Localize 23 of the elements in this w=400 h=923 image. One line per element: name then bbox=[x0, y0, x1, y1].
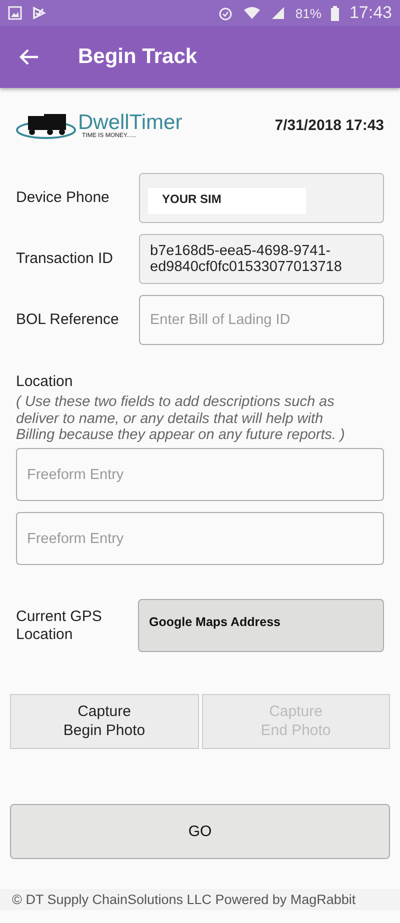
capture-photo-button[interactable]: Capture Begin Photo bbox=[10, 694, 198, 750]
signal-icon bbox=[271, 6, 286, 20]
transaction-id-field[interactable]: b7e168d5-eea5-4698-9741-ed9840cf0fc01533077013718 bbox=[139, 234, 384, 284]
battery-icon bbox=[331, 6, 340, 20]
field-label: BOL Reference bbox=[16, 311, 120, 329]
alarm-icon bbox=[218, 6, 234, 20]
wifi-icon bbox=[243, 6, 262, 20]
date-time: 7/31/2018 17:43 bbox=[274, 116, 384, 134]
field-label: Device Phone bbox=[16, 189, 110, 207]
gallery-icon bbox=[8, 6, 22, 20]
phone-field[interactable]: YOUR SIM bbox=[139, 173, 384, 223]
clock: 17:43 bbox=[349, 3, 392, 23]
gps-address-field: Google Maps Address bbox=[138, 599, 384, 652]
sim-value: YOUR SIM bbox=[148, 188, 306, 214]
go-button[interactable]: GO bbox=[10, 804, 390, 860]
location-hint: ( Use these two fields to add descriptions such as deliver to name, or any details that will help with Billing because they appear on any future reports. ) bbox=[16, 394, 346, 444]
brand-name: DwellTimer bbox=[78, 112, 182, 132]
field-label: Current GPS Location bbox=[16, 608, 103, 644]
battery-level: 81% bbox=[295, 6, 322, 20]
screen-title: Begin Track bbox=[78, 45, 198, 69]
field-label: Transaction ID bbox=[16, 250, 114, 268]
footer-text: © DT Supply ChainSolutions LLC Powered by MagRabbit bbox=[0, 889, 400, 910]
location-label: Location bbox=[16, 373, 74, 390]
